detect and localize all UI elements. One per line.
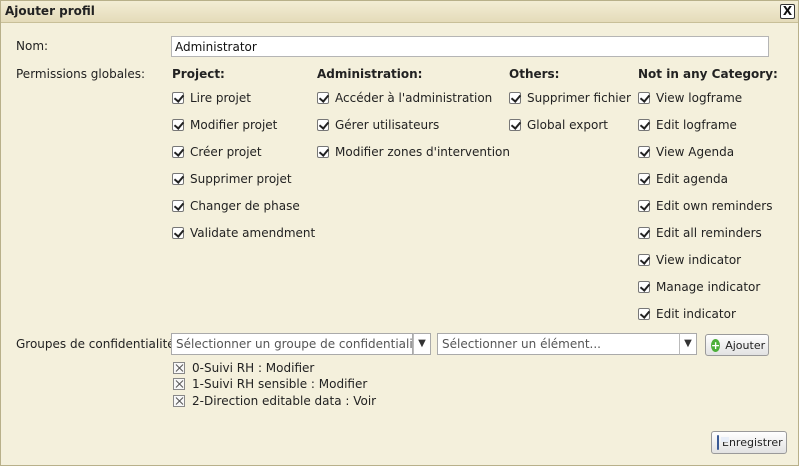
category-title: Project: [172, 67, 225, 81]
plus-icon: + [711, 338, 721, 352]
permission-column-administration: Administration: Accéder à l'administrati… [317, 64, 510, 165]
permission-item[interactable]: Manage indicator [638, 273, 778, 300]
checkbox-checked[interactable] [172, 91, 184, 104]
confidentiality-label: Groupes de confidentialité: [16, 337, 179, 351]
checkbox-checked[interactable] [509, 118, 521, 131]
checkbox-checked[interactable] [638, 118, 650, 131]
permission-item[interactable]: Créer projet [172, 138, 315, 165]
checkbox-checked[interactable] [317, 118, 329, 131]
name-input[interactable] [171, 36, 769, 57]
permission-item[interactable]: Edit logframe [638, 111, 778, 138]
category-title: Administration: [317, 67, 423, 81]
checkbox-checked[interactable] [172, 118, 184, 131]
permission-item[interactable]: Accéder à l'administration [317, 84, 510, 111]
floppy-disk-icon [717, 435, 729, 450]
permission-item[interactable]: Edit own reminders [638, 192, 778, 219]
chevron-down-icon[interactable]: ▼ [413, 333, 431, 355]
permission-item[interactable]: Lire projet [172, 84, 315, 111]
group-label: 2-Direction editable data : Voir [192, 394, 377, 408]
permission-column-uncategorized: Not in any Category: View logframe Edit … [638, 64, 778, 327]
add-button[interactable]: + Ajouter [705, 334, 769, 356]
permission-item[interactable]: Edit all reminders [638, 219, 778, 246]
permission-column-others: Others: Supprimer fichier Global export [509, 64, 631, 138]
confidentiality-group-item: 0-Suivi RH : Modifier [173, 360, 314, 376]
checkbox-checked[interactable] [172, 145, 184, 158]
permission-item[interactable]: View indicator [638, 246, 778, 273]
permission-item[interactable]: Edit indicator [638, 300, 778, 327]
category-title: Others: [509, 67, 560, 81]
add-profile-dialog: Ajouter profil X Nom: Permissions global… [0, 0, 799, 466]
checkbox-checked[interactable] [638, 280, 650, 293]
permission-item[interactable]: Global export [509, 111, 631, 138]
permission-item[interactable]: Supprimer fichier [509, 84, 631, 111]
checkbox-checked[interactable] [172, 199, 184, 212]
remove-icon[interactable] [173, 378, 185, 390]
checkbox-checked[interactable] [638, 226, 650, 239]
checkbox-checked[interactable] [172, 172, 184, 185]
group-label: 1-Suivi RH sensible : Modifier [192, 377, 368, 391]
checkbox-checked[interactable] [638, 145, 650, 158]
group-label: 0-Suivi RH : Modifier [192, 361, 315, 375]
confidentiality-group-item: 2-Direction editable data : Voir [173, 393, 376, 409]
checkbox-checked[interactable] [172, 226, 184, 239]
checkbox-checked[interactable] [638, 172, 650, 185]
permission-item[interactable]: Validate amendment [172, 219, 315, 246]
permission-item[interactable]: Modifier projet [172, 111, 315, 138]
category-title: Not in any Category: [638, 67, 778, 81]
permission-item[interactable]: Changer de phase [172, 192, 315, 219]
checkbox-checked[interactable] [638, 253, 650, 266]
save-button-label: Enregistrer [722, 436, 783, 449]
checkbox-checked[interactable] [317, 91, 329, 104]
permission-item[interactable]: View logframe [638, 84, 778, 111]
checkbox-checked[interactable] [638, 91, 650, 104]
permission-item[interactable]: Gérer utilisateurs [317, 111, 510, 138]
confidentiality-group-select[interactable]: Sélectionner un groupe de confidentialit… [171, 333, 413, 355]
confidentiality-group-item: 1-Suivi RH sensible : Modifier [173, 376, 367, 392]
checkbox-checked[interactable] [509, 91, 521, 104]
checkbox-checked[interactable] [638, 199, 650, 212]
permission-column-project: Project: Lire projet Modifier projet Cré… [172, 64, 315, 246]
remove-icon[interactable] [173, 362, 185, 374]
permission-item[interactable]: Modifier zones d'intervention [317, 138, 510, 165]
checkbox-checked[interactable] [638, 307, 650, 320]
permission-item[interactable]: Edit agenda [638, 165, 778, 192]
remove-icon[interactable] [173, 395, 185, 407]
name-label: Nom: [16, 39, 49, 53]
permission-item[interactable]: Supprimer projet [172, 165, 315, 192]
permission-item[interactable]: View Agenda [638, 138, 778, 165]
save-button[interactable]: Enregistrer [711, 431, 787, 454]
dialog-title: Ajouter profil [5, 4, 95, 18]
checkbox-checked[interactable] [317, 145, 329, 158]
chevron-down-icon[interactable]: ▼ [679, 333, 697, 355]
close-button[interactable]: X [780, 4, 795, 19]
add-button-label: Ajouter [725, 338, 766, 352]
permissions-label: Permissions globales: [16, 67, 146, 81]
dialog-titlebar: Ajouter profil X [1, 1, 798, 23]
element-select[interactable]: Sélectionner un élément... [437, 333, 680, 355]
